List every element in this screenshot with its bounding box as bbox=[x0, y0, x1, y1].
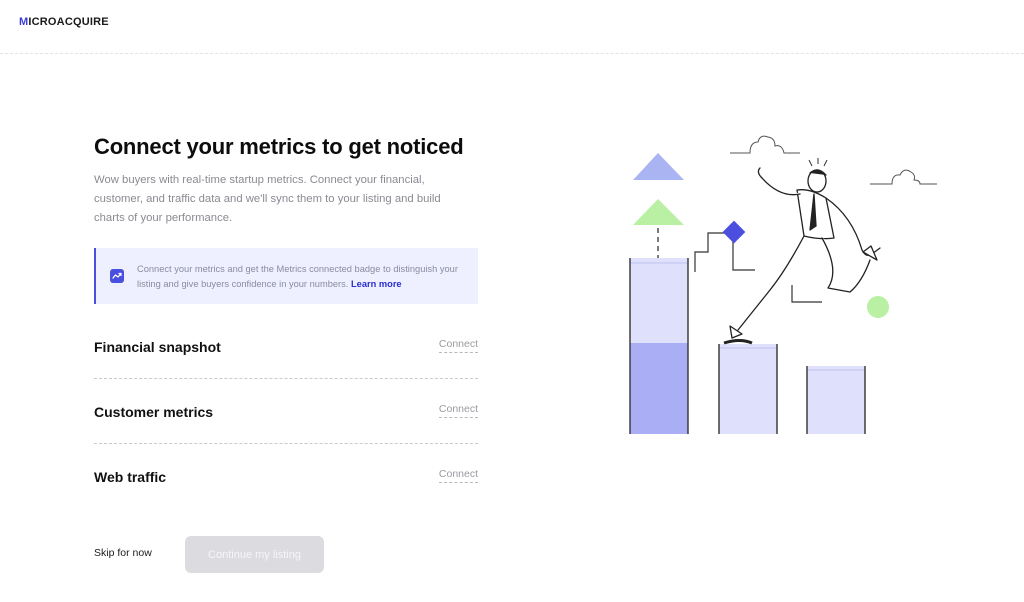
metric-label: Customer metrics bbox=[94, 404, 214, 420]
info-banner-text: Connect your metrics and get the Metrics… bbox=[137, 262, 472, 292]
learn-more-link[interactable]: Learn more bbox=[351, 279, 402, 289]
diamond-shape bbox=[722, 220, 746, 244]
cloud-icon bbox=[730, 135, 800, 154]
metric-row-web-traffic: Web traffic Connect bbox=[94, 444, 478, 509]
metric-label: Financial snapshot bbox=[94, 339, 221, 355]
top-bar: MICROACQUIRE bbox=[0, 0, 1024, 54]
skip-for-now-link[interactable]: Skip for now bbox=[94, 547, 152, 559]
bar-medium bbox=[718, 344, 778, 434]
hero-illustration bbox=[629, 135, 937, 434]
continue-my-listing-button[interactable]: Continue my listing bbox=[185, 536, 324, 573]
connect-customer-metrics-link[interactable]: Connect bbox=[438, 403, 478, 418]
motion-lines bbox=[808, 158, 828, 167]
bar-tall bbox=[629, 258, 689, 434]
bar-short bbox=[806, 366, 866, 434]
info-banner-message: Connect your metrics and get the Metrics… bbox=[137, 264, 458, 289]
page-title: Connect your metrics to get noticed bbox=[94, 134, 464, 159]
stairs-line bbox=[694, 232, 755, 272]
triangle-shape bbox=[633, 199, 684, 225]
metric-row-customer-metrics: Customer metrics Connect bbox=[94, 379, 478, 444]
triangle-shape bbox=[633, 153, 684, 180]
running-person-figure bbox=[729, 167, 881, 339]
stairs-line bbox=[791, 285, 822, 303]
logo-text: ICROACQUIRE bbox=[28, 16, 109, 28]
logo-initial: M bbox=[19, 16, 29, 28]
circle-shape bbox=[867, 296, 889, 318]
connect-web-traffic-link[interactable]: Connect bbox=[438, 468, 478, 483]
chart-line-icon bbox=[110, 269, 124, 283]
info-banner: Connect your metrics and get the Metrics… bbox=[94, 248, 478, 304]
connect-financial-snapshot-link[interactable]: Connect bbox=[438, 338, 478, 353]
metric-row-financial-snapshot: Financial snapshot Connect bbox=[94, 314, 478, 379]
ground-shadow bbox=[723, 339, 753, 345]
logo[interactable]: MICROACQUIRE bbox=[19, 16, 109, 28]
metric-label: Web traffic bbox=[94, 469, 167, 485]
cloud-icon bbox=[870, 169, 937, 185]
page-subtitle: Wow buyers with real-time startup metric… bbox=[94, 174, 441, 224]
